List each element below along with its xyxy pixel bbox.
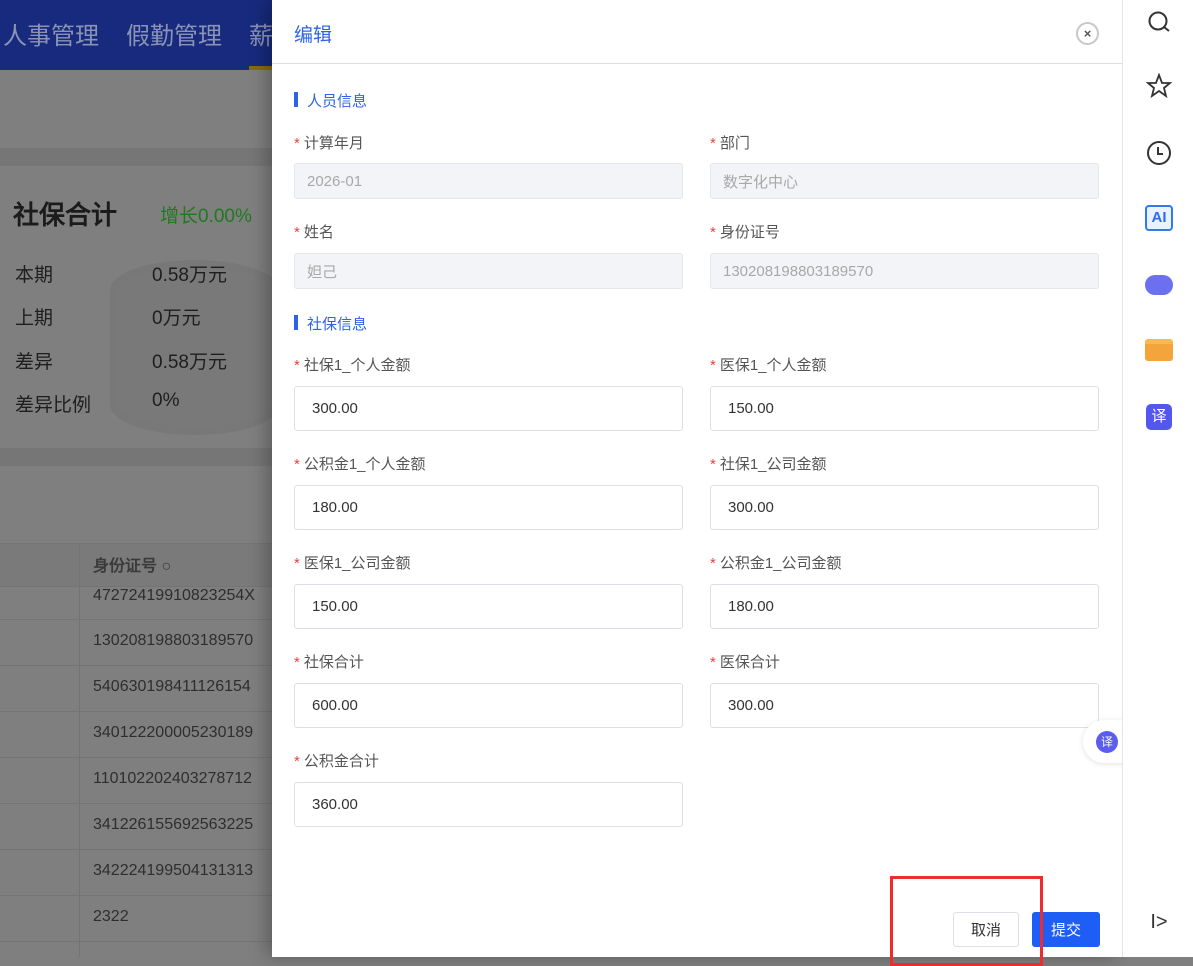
translate-icon[interactable]: 译 — [1145, 403, 1173, 431]
field-label: * 社保1_公司金额 — [710, 456, 827, 473]
stat-label: 差异 — [15, 352, 54, 373]
section-social-insurance: 社保信息 — [294, 313, 367, 334]
background-page: 人事管理 假勤管理 薪 社保合计 增长0.00% 本期 0.58万元 上期 0万… — [0, 0, 272, 957]
search-icon[interactable] — [1145, 8, 1173, 36]
medical-company-input[interactable]: 150.00 — [294, 584, 683, 629]
field-label: * 医保合计 — [710, 654, 780, 671]
field-label: * 医保1_个人金额 — [710, 357, 827, 374]
right-sidebar: AI 译 I> — [1122, 0, 1193, 957]
stat-value: 0万元 — [152, 308, 201, 329]
cell-idno: 47272419910823254X — [93, 587, 255, 604]
stat-label: 本期 — [15, 265, 54, 286]
cell-idno: 130208198803189570 — [93, 632, 254, 649]
edit-drawer: 编辑 × 人员信息 * 计算年月 2026-01 * 部门 数字化中心 * 姓名 妲己… — [272, 0, 1122, 957]
cell-idno: 341226155692563225 — [93, 816, 254, 833]
social-insurance-company-input[interactable]: 300.00 — [710, 485, 1099, 530]
stat-value: 0.58万元 — [152, 265, 227, 286]
table-row[interactable]: 341226155692563225 — [0, 803, 272, 849]
divider — [0, 148, 272, 166]
nav-hr[interactable]: 人事管理 — [3, 16, 99, 51]
table-row[interactable]: 2322 — [0, 895, 272, 941]
cell-idno: 340122200005230189 — [93, 724, 254, 741]
stat-value: 0% — [152, 390, 180, 411]
field-label: * 公积金1_公司金额 — [710, 555, 842, 572]
field-label: * 社保合计 — [294, 654, 364, 671]
divider — [0, 448, 272, 466]
field-label: * 医保1_公司金额 — [294, 555, 411, 572]
table-row[interactable]: 110102202403278712 — [0, 757, 272, 803]
history-clock-icon[interactable] — [1145, 139, 1173, 167]
name-field[interactable]: 妲己 — [294, 253, 683, 289]
stat-label: 差异比例 — [15, 395, 92, 416]
housing-fund-total-input[interactable]: 360.00 — [294, 782, 683, 827]
table-row[interactable]: 130208198803189570 — [0, 619, 272, 665]
game-controller-icon[interactable] — [1145, 271, 1173, 299]
nav-salary[interactable]: 薪 — [249, 16, 272, 51]
table-row[interactable] — [0, 941, 272, 957]
housing-fund-company-input[interactable]: 180.00 — [710, 584, 1099, 629]
nav-attendance[interactable]: 假勤管理 — [126, 16, 222, 51]
ai-icon[interactable]: AI — [1145, 204, 1173, 232]
drawer-title: 编辑 — [294, 25, 333, 46]
top-nav: 人事管理 假勤管理 薪 — [0, 0, 272, 70]
growth-rate: 增长0.00% — [160, 206, 252, 227]
table-row[interactable]: 342224199504131313 — [0, 849, 272, 895]
cell-idno: 2322 — [93, 908, 129, 925]
cell-idno: 110102202403278712 — [93, 770, 252, 787]
table-row[interactable]: 340122200005230189 — [0, 711, 272, 757]
highlight-annotation — [890, 876, 1043, 966]
column-header-label: 身份证号 — [93, 558, 158, 575]
idno-field[interactable]: 130208198803189570 — [710, 253, 1099, 289]
star-icon[interactable] — [1145, 72, 1173, 100]
social-insurance-personal-input[interactable]: 300.00 — [294, 386, 683, 431]
housing-fund-personal-input[interactable]: 180.00 — [294, 485, 683, 530]
medical-personal-input[interactable]: 150.00 — [710, 386, 1099, 431]
search-icon[interactable]: ○ — [161, 558, 171, 575]
field-label: * 社保1_个人金额 — [294, 357, 411, 374]
field-label-month: * 计算年月 — [294, 135, 364, 152]
field-label-name: * 姓名 — [294, 224, 334, 241]
collapse-sidebar-icon[interactable]: I> — [1145, 908, 1173, 936]
cell-idno: 540630198411126154 — [93, 678, 251, 695]
toolbox-icon[interactable] — [1145, 336, 1173, 364]
translate-icon: 译 — [1096, 731, 1118, 753]
stat-value: 0.58万元 — [152, 352, 227, 373]
social-insurance-total-input[interactable]: 600.00 — [294, 683, 683, 728]
table-row[interactable]: 540630198411126154 — [0, 665, 272, 711]
medical-total-input[interactable]: 300.00 — [710, 683, 1099, 728]
table-row[interactable]: 47272419910823254X — [0, 586, 272, 619]
column-header-idno[interactable]: 身份证号 ○ — [93, 552, 171, 576]
card-title: 社保合计 — [13, 200, 118, 230]
field-label: * 公积金合计 — [294, 753, 379, 770]
field-label-idno: * 身份证号 — [710, 224, 780, 241]
dept-field[interactable]: 数字化中心 — [710, 163, 1099, 199]
drawer-header: 编辑 × — [272, 0, 1122, 64]
field-label-dept: * 部门 — [710, 135, 750, 152]
cell-idno: 342224199504131313 — [93, 862, 254, 879]
field-label: * 公积金1_个人金额 — [294, 456, 426, 473]
close-icon[interactable]: × — [1076, 22, 1099, 45]
section-personnel-info: 人员信息 — [294, 90, 367, 111]
month-field[interactable]: 2026-01 — [294, 163, 683, 199]
stat-label: 上期 — [15, 308, 54, 329]
nav-active-indicator — [249, 66, 272, 70]
